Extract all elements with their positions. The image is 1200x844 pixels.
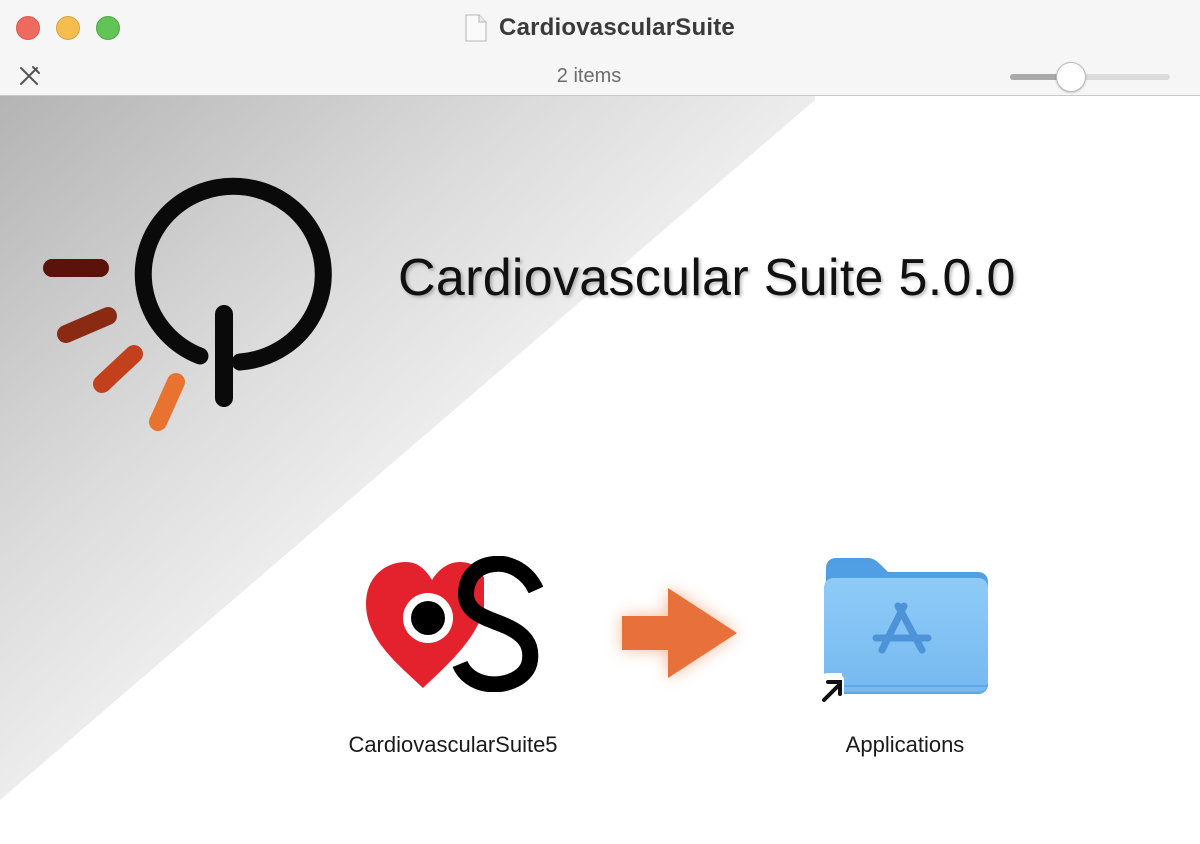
app-icon-label[interactable]: CardiovascularSuite5 (322, 732, 584, 758)
status-toolbar: 2 items (0, 56, 1200, 96)
cardiovascular-suite-app-icon[interactable] (360, 556, 546, 692)
window-content: Cardiovascular Suite 5.0.0 Cardiovascula… (0, 96, 1200, 844)
icon-size-slider[interactable] (1010, 62, 1170, 92)
applications-folder-label[interactable]: Applications (774, 732, 1036, 758)
title-bar[interactable]: CardiovascularSuite (0, 0, 1200, 56)
window-title: CardiovascularSuite (0, 0, 1200, 56)
icon-size-slider-thumb[interactable] (1055, 62, 1086, 92)
document-icon (465, 14, 487, 42)
window-title-text: CardiovascularSuite (499, 14, 735, 41)
drag-arrow-icon (622, 588, 737, 678)
item-count: 2 items (556, 64, 622, 87)
applications-folder-alias-icon[interactable] (816, 554, 994, 714)
finder-window: CardiovascularSuite 2 items Cardiovascul… (0, 0, 1200, 844)
product-title: Cardiovascular Suite 5.0.0 (398, 249, 1016, 307)
